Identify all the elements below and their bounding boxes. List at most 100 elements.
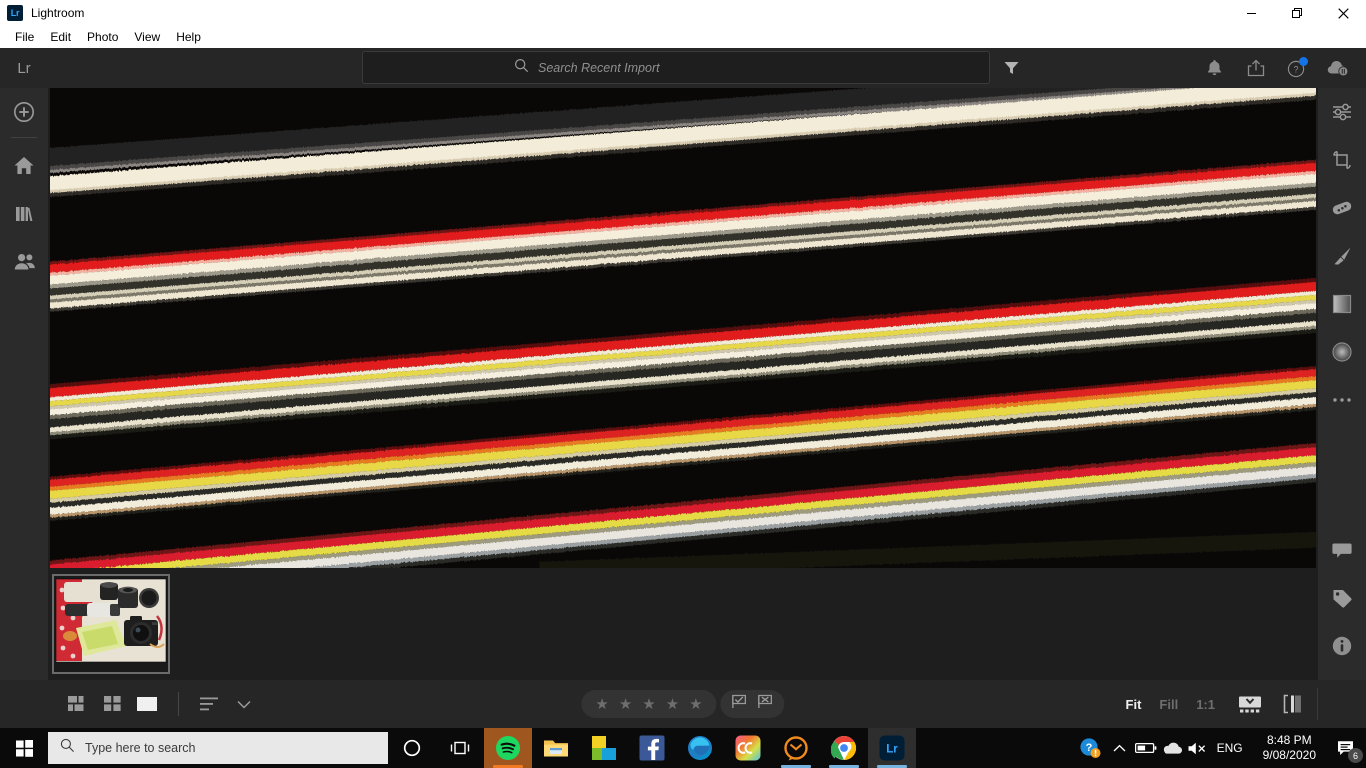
add-photos-icon[interactable] [0, 88, 48, 136]
rating-and-flags: ★ ★ ★ ★ ★ [581, 690, 785, 718]
right-sidebar [1318, 88, 1366, 680]
search-icon [60, 738, 75, 758]
zoom-fit-button[interactable]: Fit [1117, 697, 1151, 712]
menu-item-help[interactable]: Help [168, 27, 209, 47]
lightroom-icon[interactable]: Lr [868, 728, 916, 768]
sidebar-item-home[interactable] [0, 141, 48, 189]
photo-thumbnail[interactable] [52, 574, 170, 674]
windows-start-icon[interactable] [0, 728, 48, 768]
help-icon[interactable]: ? [1276, 48, 1317, 88]
help-badge-dot [1299, 57, 1308, 66]
menu-item-photo[interactable]: Photo [79, 27, 126, 47]
lightroom-window: Lr Lightroom File Edit Photo View Help L… [0, 0, 1366, 768]
grid-view-icon[interactable] [62, 687, 96, 721]
language-indicator[interactable]: ENG [1211, 741, 1253, 755]
crop-icon[interactable] [1318, 136, 1366, 184]
menu-item-view[interactable]: View [126, 27, 168, 47]
action-center-badge: 6 [1348, 748, 1363, 763]
flag-reject-icon[interactable] [758, 694, 774, 714]
cloud-sync-paused-icon[interactable] [1317, 48, 1358, 88]
photo-viewer[interactable] [50, 88, 1316, 568]
filmstrip [48, 568, 1318, 680]
notifications-bell-icon[interactable] [1194, 48, 1235, 88]
clock-time: 8:48 PM [1266, 733, 1312, 747]
window-title: Lightroom [31, 6, 85, 20]
onedrive-icon[interactable] [1159, 728, 1185, 768]
bottom-toolbar: ★ ★ ★ ★ ★ Fit Fill 1:1 [0, 680, 1366, 728]
creative-cloud-icon[interactable] [724, 728, 772, 768]
sidebar-item-library[interactable] [0, 189, 48, 237]
cortana-icon[interactable] [388, 728, 436, 768]
search-bar[interactable] [362, 51, 990, 84]
minimize-button[interactable] [1228, 0, 1274, 26]
chevron-down-icon[interactable] [227, 687, 261, 721]
menu-item-file[interactable]: File [7, 27, 42, 47]
google-chrome-icon[interactable] [820, 728, 868, 768]
menu-item-edit[interactable]: Edit [42, 27, 79, 47]
view-mode-group [0, 687, 261, 721]
star-4[interactable]: ★ [666, 697, 679, 712]
volume-muted-icon[interactable] [1185, 728, 1211, 768]
linear-gradient-icon[interactable] [1318, 280, 1366, 328]
lightroom-logo: Lr [17, 59, 31, 77]
healing-brush-icon[interactable] [1318, 184, 1366, 232]
left-sidebar [0, 88, 48, 680]
search-icon [514, 58, 529, 78]
close-button[interactable] [1320, 0, 1366, 26]
photo-stage [48, 88, 1318, 680]
brush-icon[interactable] [1318, 232, 1366, 280]
microsoft-store-icon[interactable] [580, 728, 628, 768]
microsoft-edge-icon[interactable] [676, 728, 724, 768]
spotify-icon[interactable] [484, 728, 532, 768]
keywords-tag-icon[interactable] [1318, 574, 1366, 622]
filmstrip-toggle-icon[interactable] [1233, 687, 1267, 721]
flag-pick-icon[interactable] [732, 694, 748, 714]
task-view-icon[interactable] [436, 728, 484, 768]
edit-sliders-icon[interactable] [1318, 88, 1366, 136]
thunderbird-icon[interactable] [772, 728, 820, 768]
clock[interactable]: 8:48 PM 9/08/2020 [1253, 728, 1326, 768]
battery-icon[interactable] [1133, 728, 1159, 768]
sidebar-item-shared[interactable] [0, 237, 48, 285]
action-center-icon[interactable]: 6 [1326, 728, 1366, 768]
window-titlebar: Lr Lightroom [0, 0, 1366, 26]
window-controls [1228, 0, 1366, 26]
before-after-icon[interactable] [1276, 687, 1310, 721]
facebook-icon[interactable] [628, 728, 676, 768]
help-warning-icon[interactable]: ? [1073, 728, 1107, 768]
radial-gradient-icon[interactable] [1318, 328, 1366, 376]
more-options-icon[interactable] [1318, 376, 1366, 424]
zoom-fill-button[interactable]: Fill [1150, 697, 1187, 712]
search-input[interactable] [538, 60, 838, 75]
square-grid-view-icon[interactable] [96, 687, 130, 721]
taskbar-search-box[interactable]: Type here to search [48, 732, 388, 764]
system-tray: ? ENG 8:48 PM 9/08/2020 6 [1073, 728, 1366, 768]
star-1[interactable]: ★ [595, 697, 608, 712]
menu-bar: File Edit Photo View Help [0, 26, 1366, 48]
toolbar-right-divider [1317, 688, 1318, 720]
star-rating[interactable]: ★ ★ ★ ★ ★ [581, 690, 717, 718]
star-5[interactable]: ★ [689, 697, 702, 712]
info-icon[interactable] [1318, 622, 1366, 670]
toolbar-divider [178, 692, 179, 716]
show-hidden-icons-icon[interactable] [1107, 728, 1133, 768]
filter-icon[interactable] [1000, 57, 1022, 79]
restore-button[interactable] [1274, 0, 1320, 26]
star-3[interactable]: ★ [642, 697, 655, 712]
taskbar-apps: Lr [484, 728, 916, 768]
comments-icon[interactable] [1318, 526, 1366, 574]
file-explorer-icon[interactable] [532, 728, 580, 768]
windows-taskbar: Type here to search Lr ? ENG 8:48 PM 9/0… [0, 728, 1366, 768]
lr-icon: Lr [7, 5, 23, 21]
zoom-controls: Fit Fill 1:1 [1117, 687, 1366, 721]
zoom-1to1-button[interactable]: 1:1 [1187, 697, 1224, 712]
svg-text:?: ? [1294, 64, 1299, 74]
share-icon[interactable] [1235, 48, 1276, 88]
sort-icon[interactable] [193, 687, 227, 721]
header-actions: ? [1194, 48, 1366, 88]
clock-date: 9/08/2020 [1262, 748, 1316, 762]
detail-view-icon[interactable] [130, 687, 164, 721]
star-2[interactable]: ★ [619, 697, 632, 712]
flag-group [720, 690, 785, 718]
taskbar-search-placeholder: Type here to search [85, 741, 196, 755]
